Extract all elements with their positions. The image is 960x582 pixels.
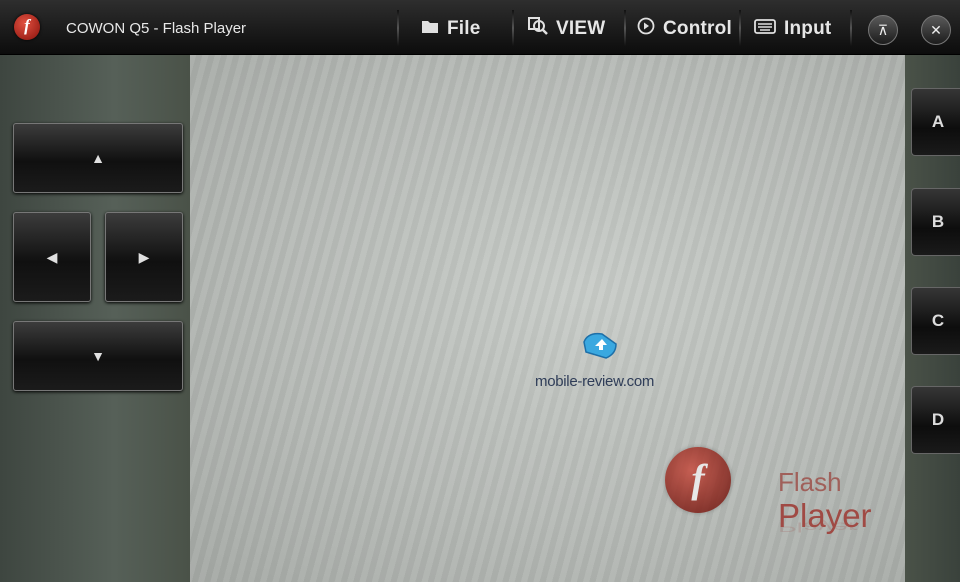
down-arrow-icon: ▼ — [91, 348, 105, 364]
menu-input-label: Input — [784, 18, 832, 39]
dpad-left-button[interactable]: ◀ — [13, 212, 91, 302]
flash-app-icon: f — [14, 14, 40, 40]
left-arrow-icon: ◀ — [46, 248, 58, 265]
dpad-right-button[interactable]: ▶ — [105, 212, 183, 302]
dpad-down-button[interactable]: ▼ — [13, 321, 183, 391]
right-arrow-icon: ▶ — [138, 248, 150, 265]
key-b-button[interactable]: B — [911, 188, 960, 256]
zoom-icon — [528, 17, 548, 41]
menu-control[interactable]: Control — [637, 12, 732, 46]
menu-view-label: VIEW — [556, 18, 606, 39]
minimize-button[interactable]: ⊼ — [868, 15, 898, 45]
flash-logo-reflection: Player — [778, 519, 858, 536]
menu-view[interactable]: VIEW — [528, 12, 605, 46]
window-title: COWON Q5 - Flash Player — [66, 20, 247, 37]
menu-control-label: Control — [663, 18, 732, 39]
menu-input[interactable]: Input — [754, 12, 831, 46]
dpad-up-button[interactable]: ▲ — [13, 123, 183, 193]
keyboard-icon — [754, 18, 776, 40]
menu-separator — [512, 10, 514, 46]
folder-icon — [421, 18, 439, 40]
minimize-icon: ⊼ — [877, 21, 889, 38]
menu-file[interactable]: File — [421, 12, 481, 46]
menu-separator — [624, 10, 626, 46]
menu-separator — [850, 10, 852, 46]
mobile-review-logo-icon — [583, 332, 617, 359]
flash-logo-word-flash: Flash — [778, 467, 842, 497]
menu-file-label: File — [447, 18, 481, 39]
key-a-button[interactable]: A — [911, 88, 960, 156]
flash-logo-icon: f — [665, 447, 731, 513]
close-button[interactable]: ✕ — [921, 15, 951, 45]
key-d-button[interactable]: D — [911, 386, 960, 454]
up-arrow-icon: ▲ — [91, 150, 105, 166]
key-c-button[interactable]: C — [911, 287, 960, 355]
play-circle-icon — [637, 17, 655, 41]
title-bar: f COWON Q5 - Flash Player File VIEW Cont… — [0, 0, 960, 55]
menu-separator — [739, 10, 741, 46]
menu-separator — [397, 10, 399, 46]
close-icon: ✕ — [930, 21, 942, 38]
site-watermark: mobile-review.com — [535, 373, 655, 390]
flash-stage[interactable]: mobile-review.com f Flash Player Player — [190, 55, 905, 582]
